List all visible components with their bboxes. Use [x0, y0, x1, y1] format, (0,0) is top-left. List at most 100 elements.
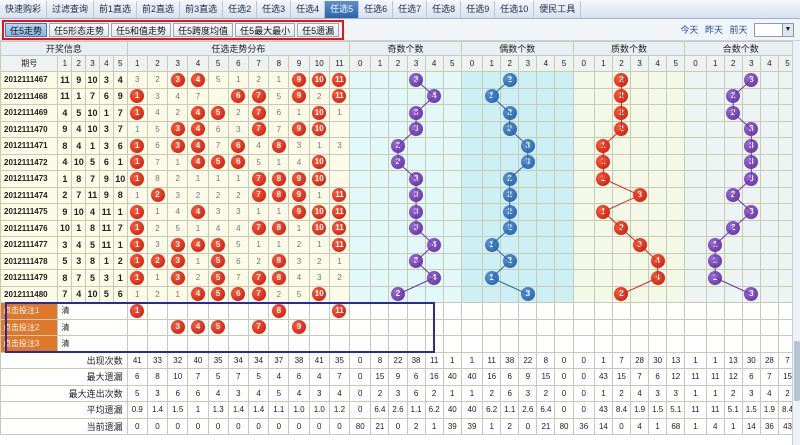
bet-pick-cell[interactable] [227, 335, 249, 353]
top-tab-0[interactable]: 快速购彩 [0, 1, 48, 18]
issue-select[interactable]: ▼ [754, 23, 794, 37]
picked-ball[interactable]: 11 [332, 303, 347, 318]
bet-pick-cell[interactable] [207, 302, 229, 320]
bet-pick-cell[interactable] [146, 335, 169, 353]
sub-tab-4[interactable]: 任5最大最小 [235, 23, 296, 37]
odd-count-cell [424, 285, 444, 303]
prime-count-ball: 3 [632, 237, 647, 252]
bet-pick-cell[interactable] [187, 335, 209, 353]
bet-pick-cell[interactable] [227, 318, 249, 336]
bet-pick-cell[interactable]: 4 [187, 318, 209, 336]
top-tab-13[interactable]: 任选10 [495, 1, 535, 18]
bet-pick-cell[interactable]: 7 [247, 318, 270, 336]
bet-pick-cell[interactable]: 5 [207, 318, 229, 336]
picked-ball[interactable]: 4 [190, 320, 205, 335]
bet-pick-cell[interactable] [187, 302, 209, 320]
stats-value: 2 [723, 384, 743, 402]
bet-pick-cell[interactable] [328, 335, 351, 353]
even-count-cell [460, 104, 484, 122]
bet-pick-cell[interactable] [288, 302, 310, 320]
bet-pick-cell[interactable] [126, 335, 148, 353]
stats-value: 14 [593, 417, 613, 435]
miss-value: 5 [296, 289, 302, 299]
select-dist-cell: 1 [126, 186, 148, 204]
select-dist-cell: 4 [187, 104, 209, 122]
count-col-header: 4 [536, 55, 556, 72]
day-link-today[interactable]: 今天 [680, 22, 698, 38]
odd-count-cell [388, 219, 408, 237]
stats-value: 40 [187, 351, 209, 369]
sub-tab-1[interactable]: 任5形态走势 [49, 23, 110, 37]
picked-ball[interactable]: 8 [271, 303, 286, 318]
stats-value: 6 [187, 384, 209, 402]
top-tab-14[interactable]: 便民工具 [534, 1, 582, 18]
sub-tab-0[interactable]: 任5走势 [5, 23, 48, 37]
draw-number: 3 [98, 137, 114, 155]
bet-pick-cell[interactable]: 11 [328, 302, 351, 320]
picked-ball[interactable]: 9 [292, 320, 307, 335]
bet-pick-cell[interactable] [328, 318, 351, 336]
bet-pick-cell[interactable] [126, 318, 148, 336]
bet-pick-label[interactable]: 点击投注1 [0, 302, 59, 320]
top-tab-11[interactable]: 任选8 [427, 1, 462, 18]
even-count-ball: 3 [520, 287, 535, 302]
picked-ball[interactable]: 5 [211, 320, 226, 335]
top-tab-2[interactable]: 前1直选 [94, 1, 138, 18]
miss-value: 3 [175, 190, 180, 200]
bet-pick-cell[interactable]: 3 [167, 318, 189, 336]
bet-pick-cell[interactable] [247, 335, 270, 353]
draw-number: 7 [71, 186, 87, 204]
scrollbar-thumb[interactable] [794, 341, 800, 401]
top-tab-7[interactable]: 任选4 [291, 1, 326, 18]
bet-clear-button[interactable]: 清 [57, 302, 128, 320]
bet-pick-cell[interactable]: 9 [288, 318, 310, 336]
prime-count-cell [648, 71, 668, 89]
bet-pick-cell[interactable] [146, 302, 169, 320]
top-tab-3[interactable]: 前2直选 [137, 1, 181, 18]
prime-count-cell [572, 87, 595, 105]
top-tab-8[interactable]: 任选5 [325, 1, 360, 18]
bet-pick-cell[interactable] [207, 335, 229, 353]
bet-pick-cell[interactable] [167, 335, 189, 353]
bet-pick-cell[interactable] [288, 335, 310, 353]
draw-number: 10 [85, 285, 100, 303]
top-tab-9[interactable]: 任选6 [359, 1, 394, 18]
sub-tab-2[interactable]: 任5和值走势 [111, 23, 172, 37]
top-tab-4[interactable]: 前3直选 [180, 1, 224, 18]
bet-pick-cell[interactable]: 1 [126, 302, 148, 320]
top-tab-5[interactable]: 任选2 [223, 1, 258, 18]
vertical-scrollbar[interactable] [792, 41, 800, 445]
bet-pick-label[interactable]: 点击投注2 [0, 318, 59, 336]
picked-ball[interactable]: 1 [130, 303, 145, 318]
even-count-cell [518, 71, 538, 89]
bet-pick-label[interactable]: 点击投注3 [0, 335, 59, 353]
bet-pick-cell[interactable]: 8 [268, 302, 290, 320]
picked-ball[interactable]: 7 [251, 320, 266, 335]
select-dist-cell: 4 [187, 153, 209, 171]
bet-pick-cell[interactable] [308, 335, 330, 353]
sub-tab-3[interactable]: 任5跨度均值 [173, 23, 234, 37]
stats-value: 1 [460, 384, 484, 402]
even-count-cell [554, 87, 574, 105]
bet-pick-cell[interactable] [268, 335, 290, 353]
day-link-yesterday[interactable]: 昨天 [705, 22, 723, 38]
bet-pick-cell[interactable] [308, 318, 330, 336]
sub-tab-5[interactable]: 任5遗漏 [297, 23, 340, 37]
picked-ball[interactable]: 3 [170, 320, 185, 335]
top-tab-6[interactable]: 任选3 [257, 1, 292, 18]
bet-pick-cell[interactable] [268, 318, 290, 336]
bet-pick-cell[interactable] [146, 318, 169, 336]
day-link-day-before[interactable]: 前天 [729, 22, 747, 38]
stats-value: 0 [187, 417, 209, 435]
bet-pick-cell[interactable] [247, 302, 270, 320]
stats-value: 8 [536, 351, 556, 369]
bet-pick-cell[interactable] [227, 302, 249, 320]
bet-pick-cell[interactable] [167, 302, 189, 320]
bet-pick-cell[interactable] [308, 302, 330, 320]
even-count-ball: 2 [502, 105, 517, 120]
top-tab-1[interactable]: 过滤查询 [47, 1, 95, 18]
bet-clear-button[interactable]: 清 [57, 318, 128, 336]
top-tab-10[interactable]: 任选7 [393, 1, 428, 18]
bet-clear-button[interactable]: 清 [57, 335, 128, 353]
top-tab-12[interactable]: 任选9 [461, 1, 496, 18]
